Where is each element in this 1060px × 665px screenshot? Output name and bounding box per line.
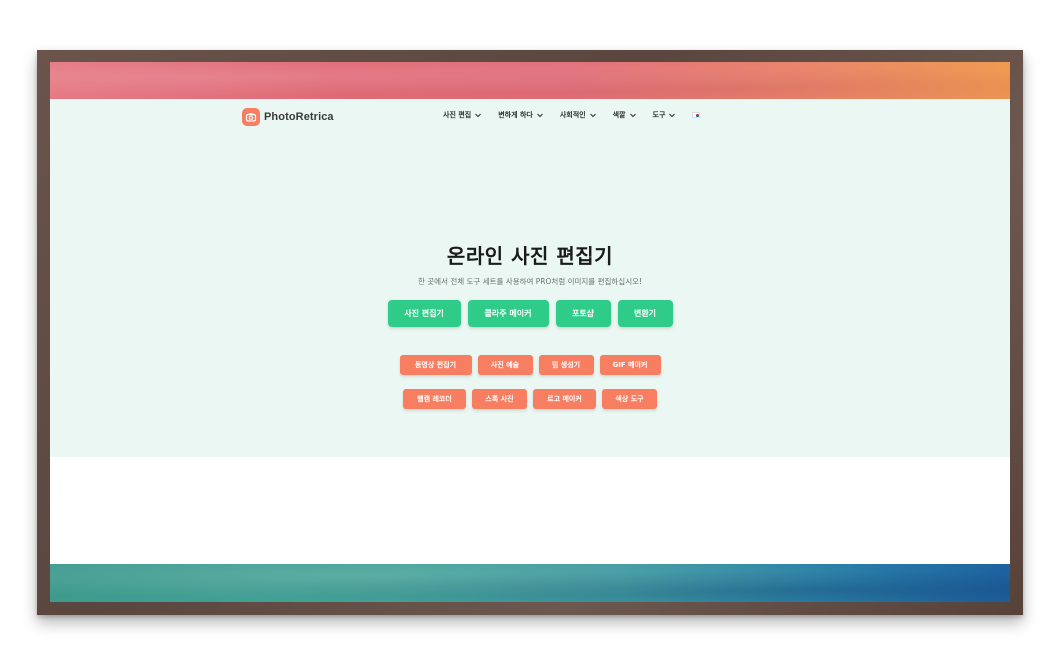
camera-icon (242, 108, 260, 126)
page-subtitle: 한 곳에서 전체 도구 세트를 사용하여 PRO처럼 이미지를 편집하십시오! (417, 277, 642, 286)
secondary-button-row-1: 동영상 편집기 사진 예술 밈 생성기 GIF 메이커 (50, 355, 1010, 375)
menu-item-label: 도구 (652, 111, 666, 119)
menu-item-label: 사진 편집 (443, 111, 472, 119)
chevron-down-icon (589, 113, 596, 118)
chevron-down-icon (536, 113, 543, 118)
stock-photo-button[interactable]: 스톡 사진 (472, 389, 527, 409)
menu-item-label: 변하게 하다 (498, 111, 533, 119)
webcam-recorder-button[interactable]: 웹캠 레코더 (403, 389, 466, 409)
watercolor-top-band (50, 62, 1010, 99)
meme-generator-button[interactable]: 밈 생성기 (538, 355, 594, 375)
primary-button-row: 사진 편집기 콜라주 메이커 포토샵 변환기 (50, 300, 1010, 327)
menu-item-social[interactable]: 사회적인 (560, 110, 597, 120)
collage-maker-button[interactable]: 콜라주 메이커 (467, 300, 549, 327)
page-title: 온라인 사진 편집기 (446, 244, 614, 268)
photo-editor-button[interactable]: 사진 편집기 (387, 300, 461, 327)
menu-item-tools[interactable]: 도구 (653, 110, 677, 120)
brand-name: PhotoRetrica (264, 111, 334, 123)
secondary-button-row-2: 웹캠 레코더 스톡 사진 로고 메이커 색상 도구 (50, 389, 1010, 409)
top-navigation: PhotoRetrica 사진 편집 변하게 하다 사회적인 색깔 도구 (50, 99, 1010, 135)
menu-item-label: 색깔 (612, 111, 626, 119)
chevron-down-icon (669, 113, 676, 118)
menu-item-transform[interactable]: 변하게 하다 (498, 110, 544, 120)
color-tools-button[interactable]: 색상 도구 (602, 389, 657, 409)
menu-item-color[interactable]: 색깔 (613, 110, 637, 120)
photo-art-button[interactable]: 사진 예술 (477, 355, 533, 375)
picture-frame: PhotoRetrica 사진 편집 변하게 하다 사회적인 색깔 도구 온라인… (37, 50, 1023, 615)
logo-maker-button[interactable]: 로고 메이커 (533, 389, 596, 409)
brand-logo[interactable]: PhotoRetrica (242, 108, 334, 126)
chevron-down-icon (629, 113, 636, 118)
photoshop-button[interactable]: 포토샵 (555, 300, 611, 327)
main-menu: 사진 편집 변하게 하다 사회적인 색깔 도구 (443, 110, 701, 120)
menu-item-label: 사회적인 (559, 111, 586, 119)
video-editor-button[interactable]: 동영상 편집기 (399, 355, 472, 375)
watercolor-bottom-band (50, 564, 1010, 602)
menu-item-photo-edit[interactable]: 사진 편집 (443, 110, 482, 120)
website-hero-section: PhotoRetrica 사진 편집 변하게 하다 사회적인 색깔 도구 온라인… (50, 99, 1010, 457)
chevron-down-icon (475, 113, 482, 118)
korean-flag-icon[interactable] (692, 112, 701, 118)
screen-mockup: PhotoRetrica 사진 편집 변하게 하다 사회적인 색깔 도구 온라인… (50, 62, 1010, 602)
gif-maker-button[interactable]: GIF 메이커 (599, 355, 661, 375)
converter-button[interactable]: 변환기 (617, 300, 673, 327)
